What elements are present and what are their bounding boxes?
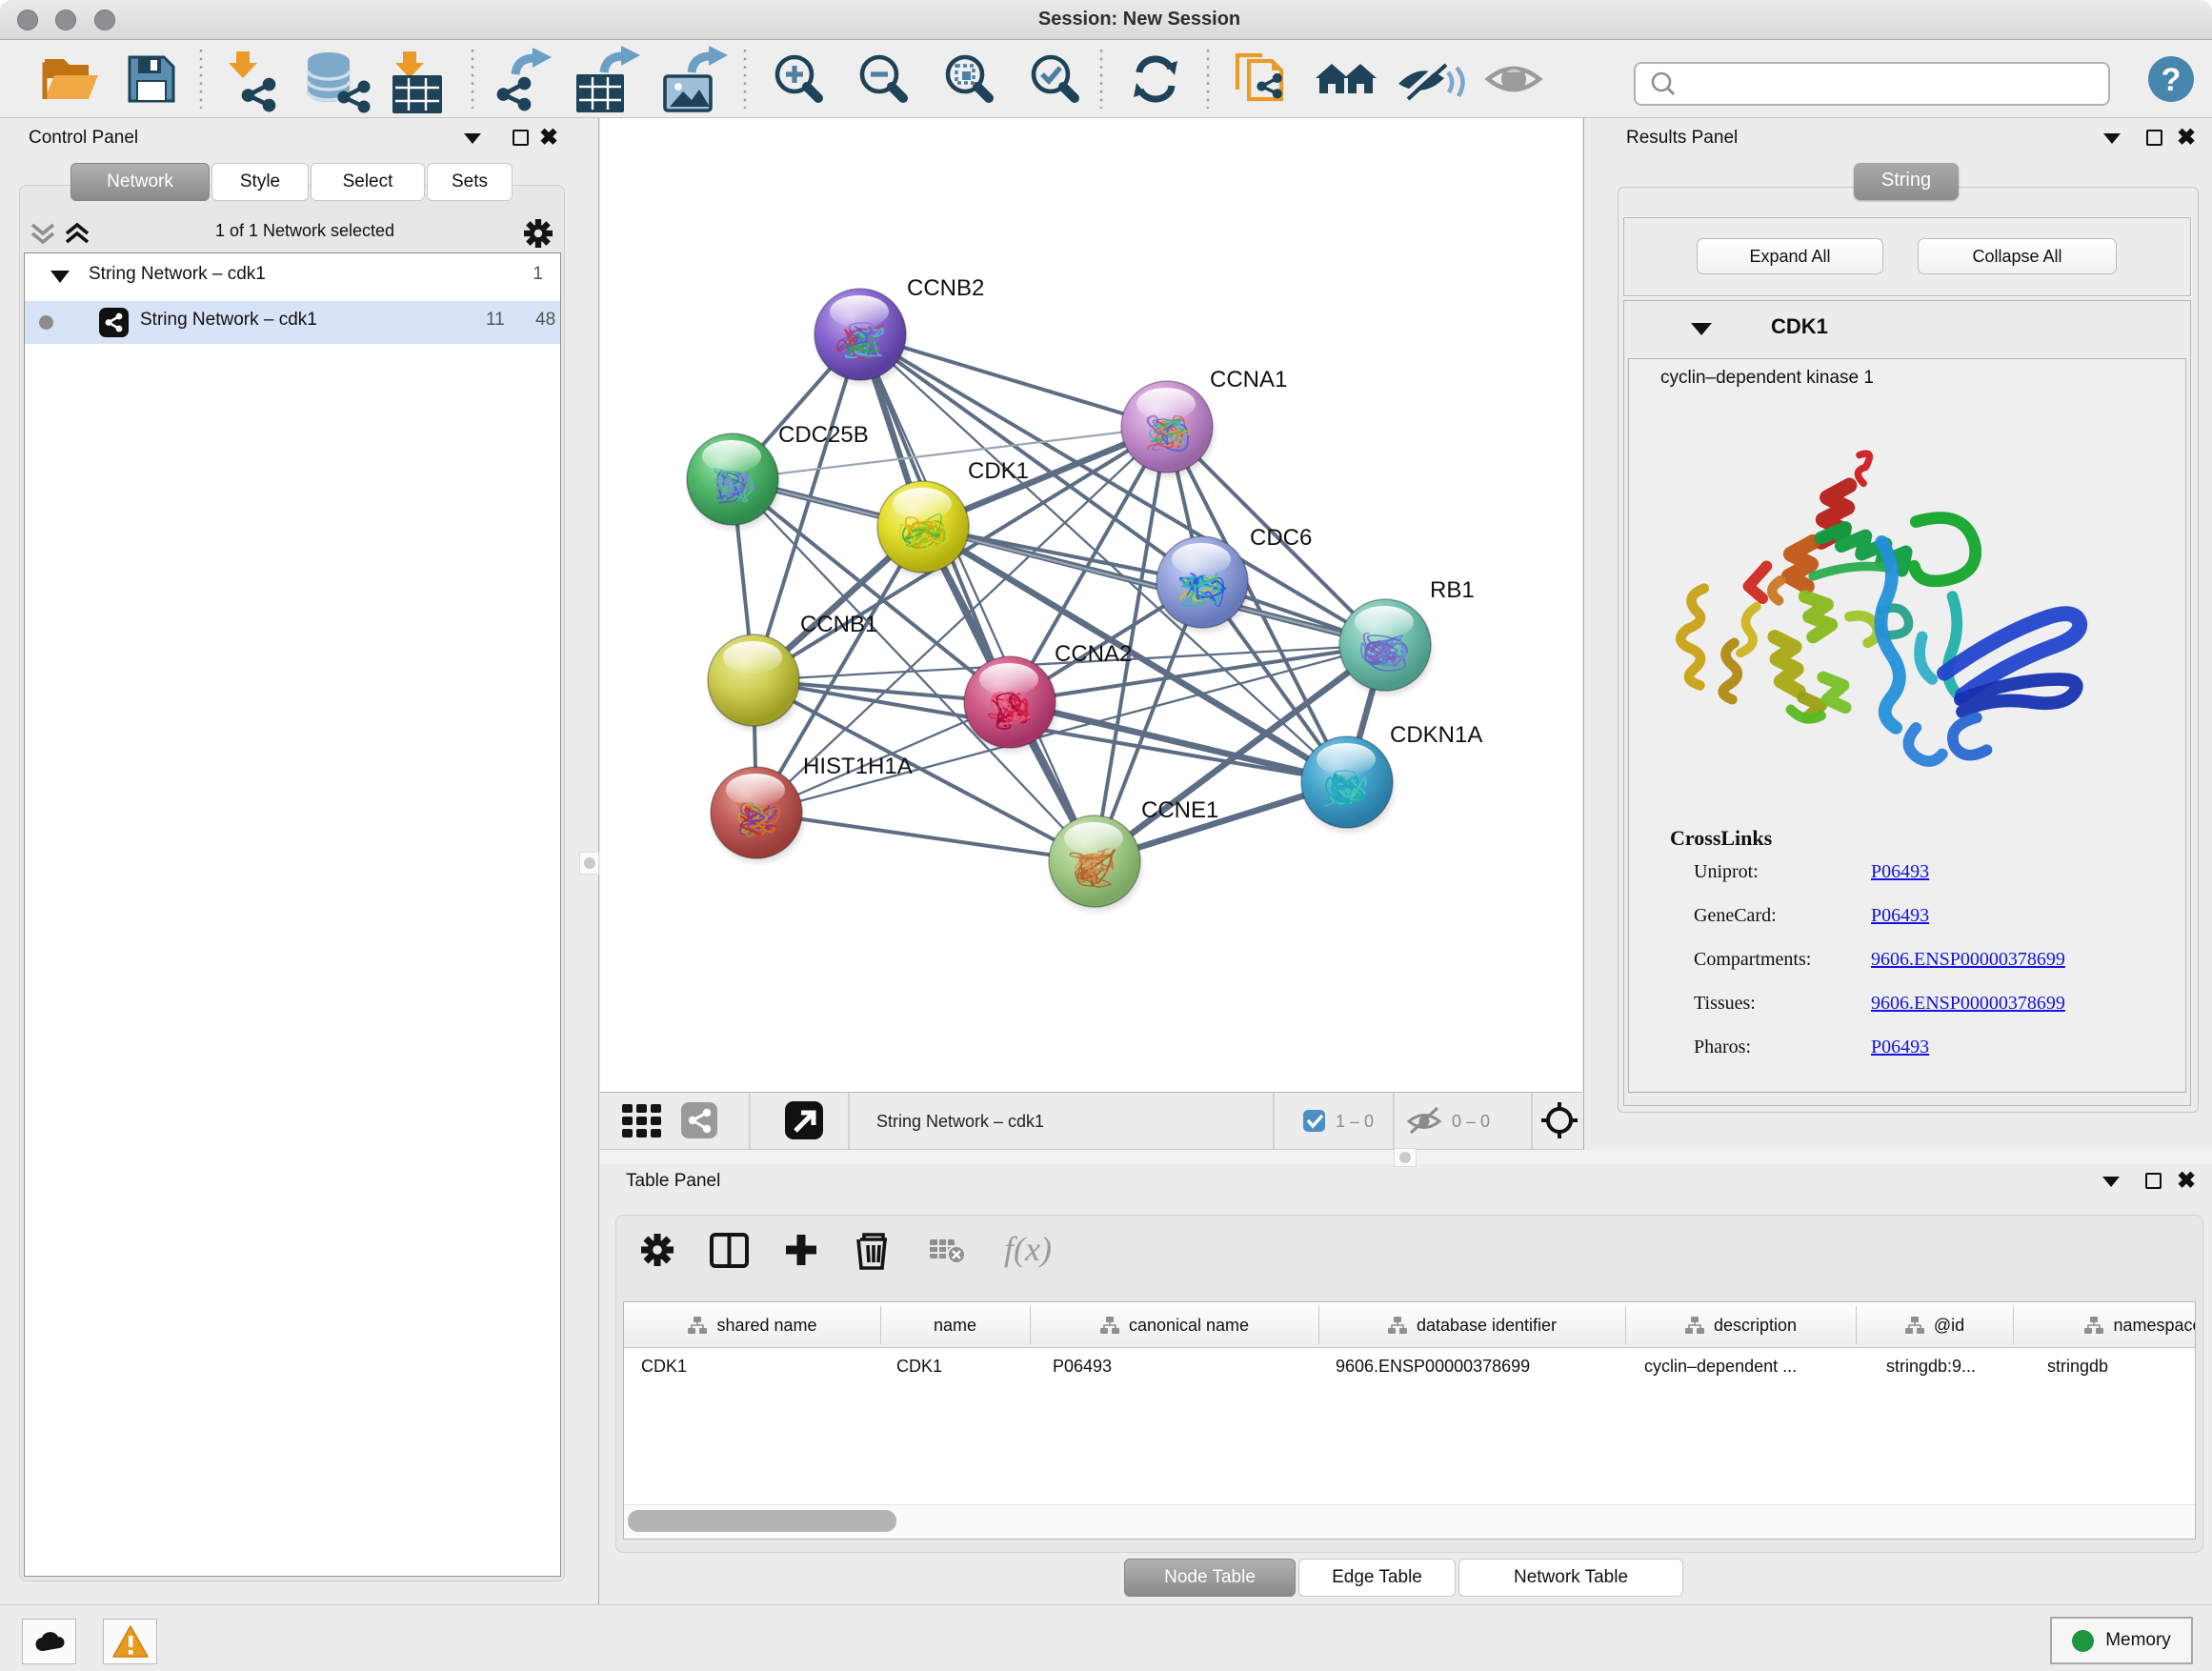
svg-text:CDC6: CDC6 [1250,525,1312,551]
svg-text:f(x): f(x) [1004,1230,1052,1268]
svg-text:0 – 0: 0 – 0 [1452,1112,1490,1131]
svg-text:CDC25B: CDC25B [778,422,869,448]
svg-text:CCNB2: CCNB2 [907,275,984,301]
svg-text:CDK1: CDK1 [968,458,1029,484]
svg-text:?: ? [2162,62,2182,98]
svg-text:CCNA1: CCNA1 [1210,367,1287,393]
svg-text:CCNA2: CCNA2 [1055,641,1132,667]
svg-text:CCNB1: CCNB1 [800,612,877,637]
svg-text:CCNE1: CCNE1 [1141,797,1218,823]
svg-text:1 – 0: 1 – 0 [1336,1112,1374,1131]
svg-text:RB1: RB1 [1430,577,1475,603]
svg-text:HIST1H1A: HIST1H1A [803,754,913,779]
svg-text:String Network – cdk1: String Network – cdk1 [876,1112,1044,1131]
svg-text:CDKN1A: CDKN1A [1390,722,1482,748]
